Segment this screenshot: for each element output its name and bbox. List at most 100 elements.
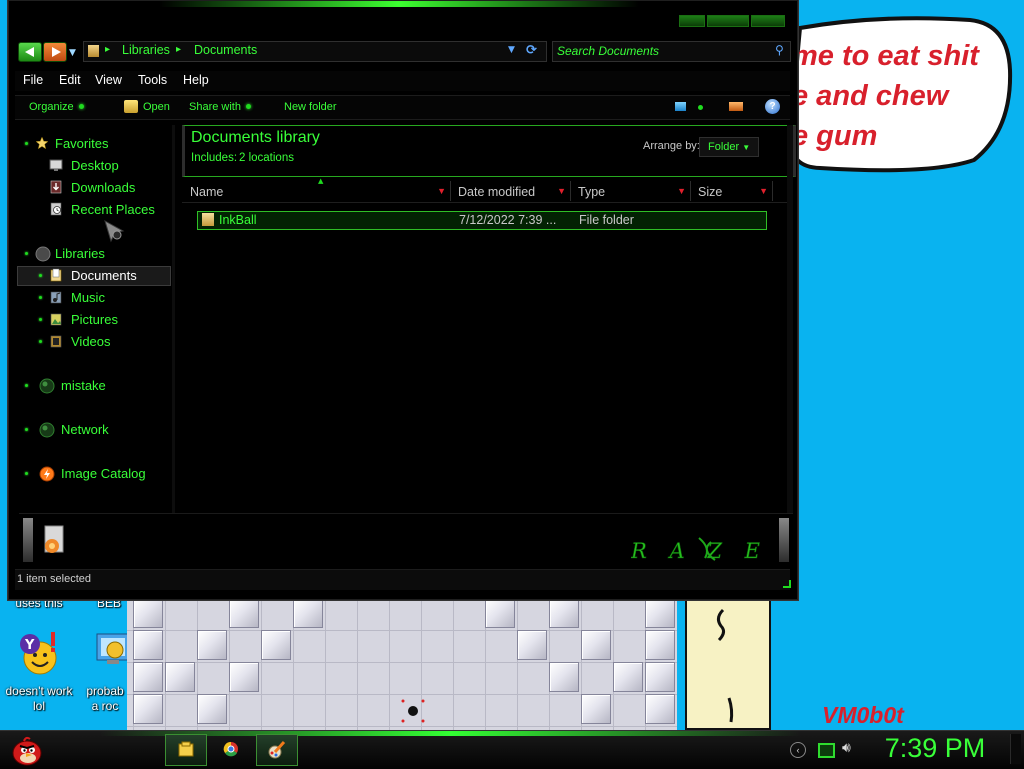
expand-arrow-icon[interactable] [25, 428, 28, 431]
column-type[interactable]: Type ▼ [572, 181, 691, 201]
back-button[interactable] [18, 42, 42, 62]
arrow-left-icon [25, 47, 34, 57]
maximize-button[interactable] [707, 15, 749, 27]
nav-network-label: Network [61, 422, 109, 437]
column-filter-icon[interactable]: ▼ [557, 181, 566, 201]
preview-pane-icon[interactable] [729, 102, 743, 111]
menu-help[interactable]: Help [183, 73, 209, 87]
expand-arrow-icon[interactable] [25, 142, 28, 145]
command-bar: Organize Open Share with New folder ? [15, 95, 790, 120]
inkball-hole-icon [401, 699, 425, 723]
board-block [613, 662, 643, 692]
refresh-icon[interactable]: ⟳ [526, 43, 537, 58]
taskbar-chrome-button[interactable] [211, 734, 251, 764]
column-filter-icon[interactable]: ▼ [437, 181, 446, 201]
desktop-icon [49, 159, 63, 171]
address-bar[interactable]: ▸ Libraries ▸ Documents ▼ ⟳ [83, 41, 547, 62]
expand-arrow-icon[interactable] [25, 252, 28, 255]
breadcrumb-documents[interactable]: Documents [194, 43, 257, 57]
pane-splitter[interactable] [172, 125, 175, 515]
column-date-modified[interactable]: Date modified ▼ [452, 181, 571, 201]
inkball-board[interactable] [127, 598, 677, 730]
board-block [645, 598, 675, 628]
nav-desktop-label: Desktop [71, 158, 119, 173]
svg-text:Y: Y [24, 638, 35, 653]
pictures-icon [50, 313, 62, 326]
resize-grip-icon[interactable] [783, 580, 791, 588]
board-block [133, 598, 163, 628]
open-button[interactable]: Open [143, 101, 170, 113]
volume-icon[interactable]: 🔊︎ [842, 740, 851, 756]
taskbar-explorer-button[interactable] [165, 734, 207, 766]
image-catalog-icon [39, 466, 55, 482]
expand-arrow-icon[interactable] [25, 384, 28, 387]
taskbar: ‹ 🔊︎ 7:39 PM [0, 730, 1024, 769]
menu-view[interactable]: View [95, 73, 122, 87]
library-title: Documents library [191, 129, 320, 146]
organize-button[interactable]: Organize [29, 101, 84, 113]
board-block [517, 630, 547, 660]
address-toolbar: ▼ ▸ Libraries ▸ Documents ▼ ⟳ ⚲ [15, 39, 791, 63]
expand-arrow-icon[interactable] [39, 296, 42, 299]
forward-button[interactable] [43, 42, 67, 62]
breadcrumb-separator-icon[interactable]: ▸ [176, 44, 181, 55]
speech-bubble-text: me to eat shit e and chew e gum [792, 40, 979, 152]
search-icon[interactable]: ⚲ [775, 43, 784, 57]
arrange-by-label: Arrange by: [643, 140, 700, 152]
board-block [581, 694, 611, 724]
file-row[interactable]: InkBall 7/12/2022 7:39 ... File folder [197, 211, 767, 230]
desktop-icon-label[interactable]: doesn't work lol [0, 684, 78, 714]
board-block [229, 598, 259, 628]
expand-arrow-icon[interactable] [25, 472, 28, 475]
star-icon [35, 136, 49, 150]
share-with-label: Share with [189, 101, 241, 113]
column-filter-icon[interactable]: ▼ [677, 181, 686, 201]
menu-edit[interactable]: Edit [59, 73, 81, 87]
column-filter-icon[interactable]: ▼ [759, 181, 768, 201]
computer-icon [39, 378, 55, 394]
network-tray-icon[interactable] [818, 743, 835, 758]
new-folder-button[interactable]: New folder [284, 101, 337, 113]
share-with-button[interactable]: Share with [189, 101, 251, 113]
column-type-label: Type [578, 185, 606, 199]
file-name: InkBall [219, 213, 257, 227]
desktop-icon-label[interactable]: probab a roc [80, 684, 130, 714]
library-locations-link[interactable]: 2 locations [239, 152, 294, 164]
start-button-angry-bird-icon[interactable] [6, 733, 46, 767]
search-box[interactable]: ⚲ [552, 41, 791, 62]
column-size[interactable]: Size ▼ [692, 181, 773, 201]
documents-icon [50, 268, 62, 282]
show-hidden-icons-icon[interactable]: ‹ [790, 742, 806, 758]
downloads-icon [50, 180, 62, 194]
recent-pages-dropdown-icon[interactable]: ▼ [69, 48, 76, 58]
details-edge-left [23, 518, 33, 562]
taskbar-paint-button[interactable] [256, 734, 298, 766]
comic-panel [685, 598, 771, 730]
minimize-button[interactable] [679, 15, 705, 27]
breadcrumb-libraries[interactable]: Libraries [122, 43, 170, 57]
expand-arrow-icon[interactable] [39, 274, 42, 277]
column-name[interactable]: Name ▼ [184, 181, 451, 201]
search-input[interactable] [557, 43, 762, 59]
breadcrumb-separator-icon[interactable]: ▸ [105, 44, 110, 55]
libraries-icon [35, 246, 51, 262]
chrome-icon [223, 741, 238, 757]
show-desktop-button[interactable] [1010, 734, 1021, 764]
yahoo-messenger-icon[interactable]: Y [14, 630, 62, 678]
column-headers: ▲ Name ▼ Date modified ▼ Type ▼ Size ▼ [182, 177, 787, 203]
expand-arrow-icon[interactable] [39, 340, 42, 343]
arrange-by-dropdown[interactable]: Folder ▼ [699, 137, 759, 157]
change-view-icon[interactable] [675, 102, 686, 111]
taskbar-clock[interactable]: 7:39 PM [870, 733, 1000, 764]
folder-thumbnail-icon [44, 525, 64, 553]
help-icon[interactable]: ? [765, 99, 780, 114]
address-dropdown-icon[interactable]: ▼ [508, 45, 515, 55]
menu-tools[interactable]: Tools [138, 73, 167, 87]
dropdown-dot-icon [245, 104, 251, 109]
menu-file[interactable]: File [23, 73, 43, 87]
close-button[interactable] [751, 15, 785, 27]
expand-arrow-icon[interactable] [39, 318, 42, 321]
view-options-dot-icon[interactable] [698, 105, 703, 110]
window-controls [679, 15, 787, 27]
folder-icon [88, 45, 99, 57]
